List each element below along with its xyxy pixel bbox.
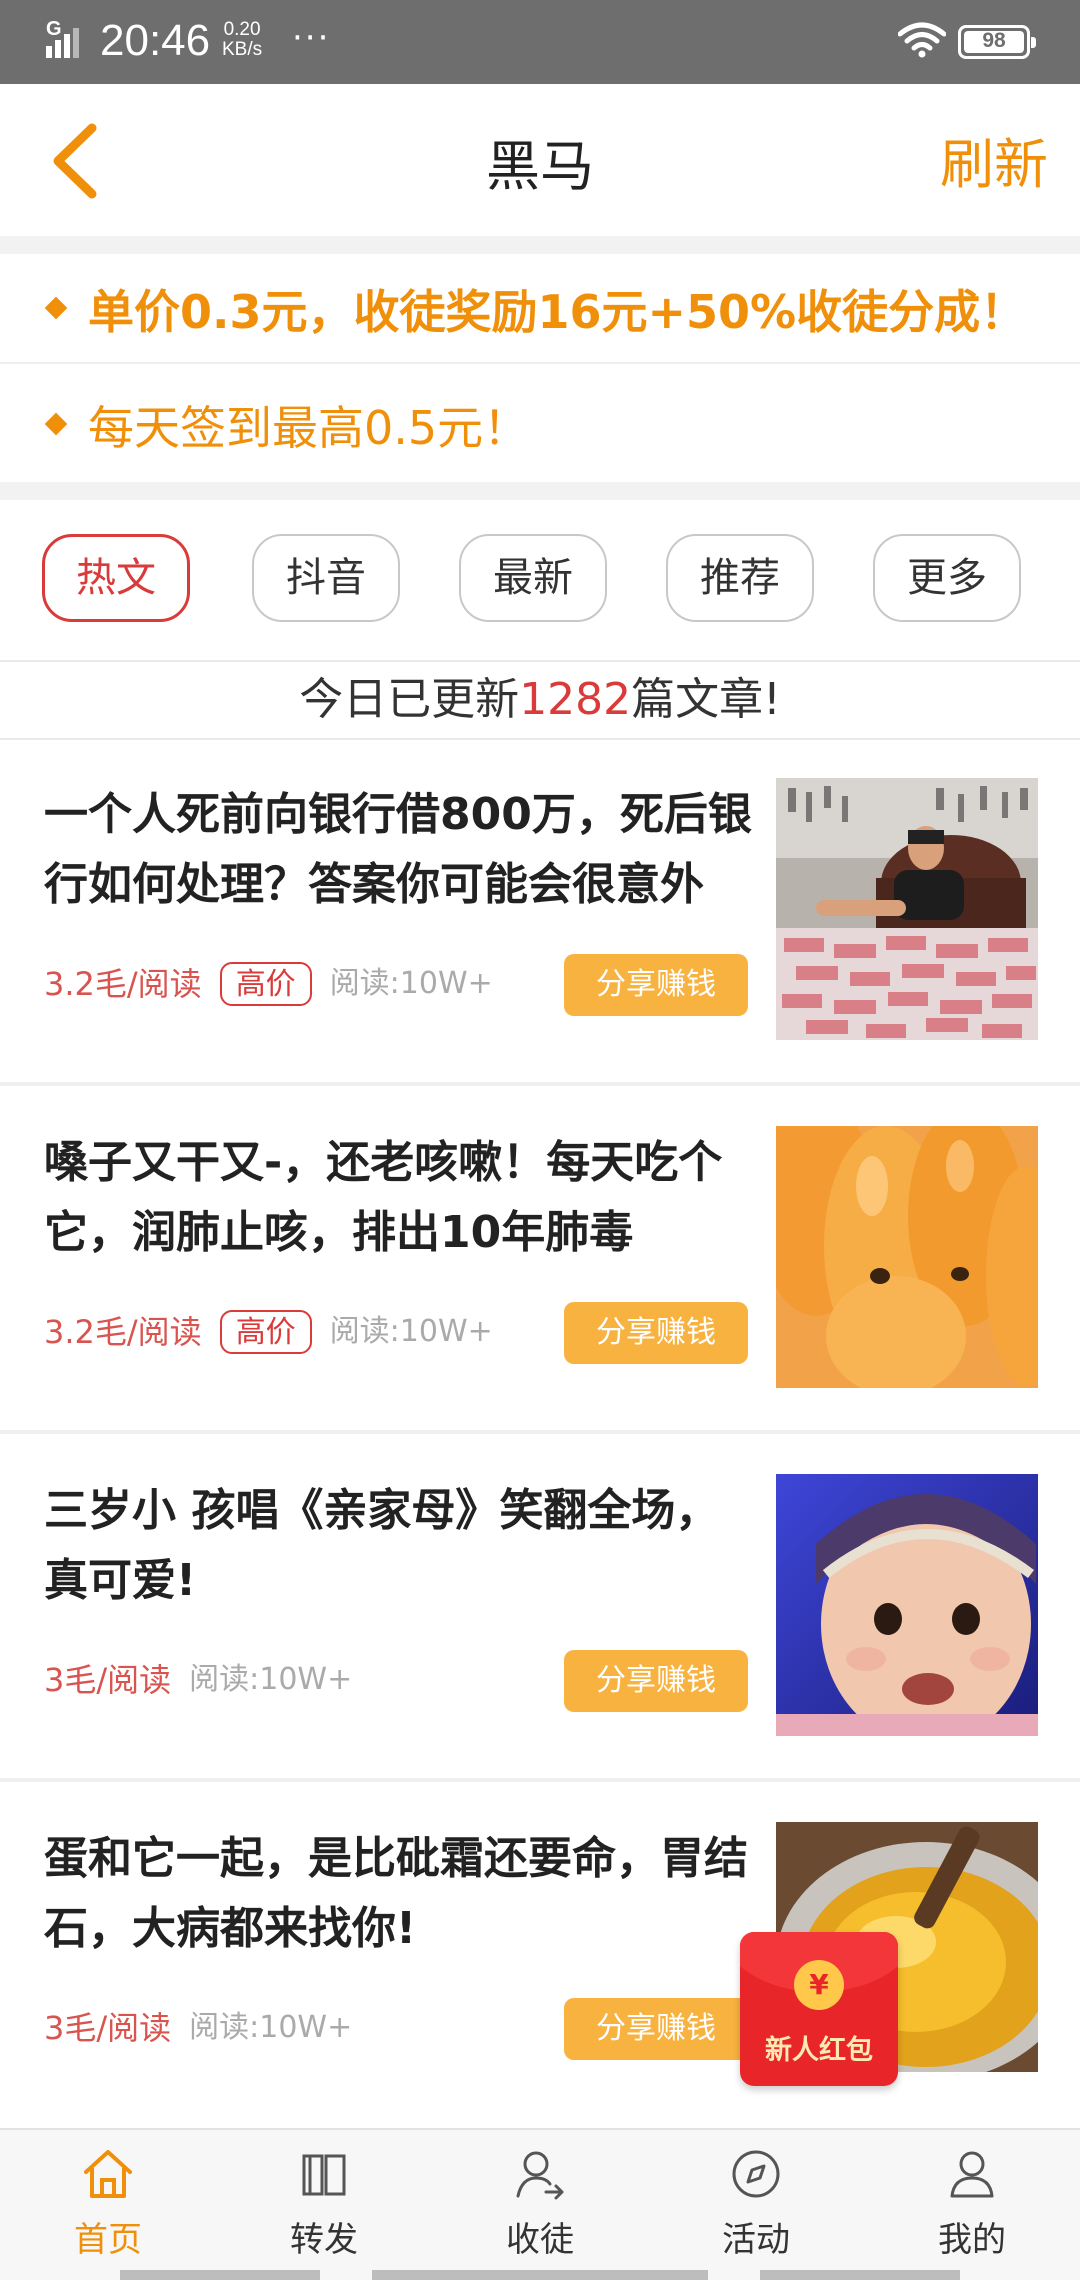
- share-earn-button[interactable]: 分享赚钱: [564, 1998, 748, 2060]
- add-person-icon: [516, 2151, 564, 2200]
- article-item[interactable]: 蛋和它一起，是比砒霜还要命，胃结石，大病都来找你! 3毛/阅读 阅读:10W+ 分…: [0, 1784, 1080, 2130]
- nav-mine[interactable]: 我的: [864, 2130, 1080, 2280]
- tab-recommended[interactable]: 推荐: [666, 534, 814, 622]
- nav-home[interactable]: 首页: [0, 2130, 216, 2280]
- back-button[interactable]: [40, 116, 110, 206]
- article-title: 一个人死前向银行借800万，死后银行如何处理？答案你可能会很意外: [44, 789, 752, 910]
- tab-douyin[interactable]: 抖音: [252, 534, 400, 622]
- article-reads: 阅读:10W+: [329, 966, 493, 1001]
- divider: [0, 236, 1080, 254]
- update-summary: 今日已更新1282篇文章!: [0, 660, 1080, 740]
- article-title: 蛋和它一起，是比砒霜还要命，胃结石，大病都来找你!: [44, 1833, 748, 1954]
- gesture-bar: [760, 2270, 960, 2280]
- notice-banner: 单价0.3元，收徒奖励16元+50%收徒分成！: [0, 254, 1080, 364]
- nav-forward-label: 转发: [290, 2220, 358, 2260]
- article-thumbnail: [776, 778, 1038, 1040]
- article-thumbnail: [776, 1474, 1038, 1736]
- high-price-badge: 高价: [219, 962, 312, 1006]
- refresh-button[interactable]: 刷新: [940, 120, 1048, 199]
- tab-latest[interactable]: 最新: [459, 534, 607, 622]
- article-price: 3毛/阅读: [44, 1661, 172, 1699]
- share-earn-button[interactable]: 分享赚钱: [564, 1302, 748, 1364]
- new-user-red-packet[interactable]: ¥ 新人红包: [740, 1932, 898, 2086]
- article-reads: 阅读:10W+: [189, 2010, 353, 2045]
- update-count: 1282: [519, 674, 632, 725]
- diamond-bullet-icon: [44, 296, 68, 320]
- nav-recruit-label: 收徒: [506, 2220, 574, 2260]
- status-bar: G 20:46 0.20 KB/s ··· 98: [0, 0, 1080, 84]
- notice-text: 每天签到最高0.5元！: [88, 401, 530, 455]
- chevron-left-icon: [53, 123, 97, 199]
- nav-recruit[interactable]: 收徒: [432, 2130, 648, 2280]
- article-reads: 阅读:10W+: [329, 1314, 493, 1349]
- category-tabs: 热文 抖音 最新 推荐 更多: [0, 500, 1080, 658]
- network-speed: 0.20 KB/s: [222, 19, 263, 60]
- clock: 20:46: [100, 16, 211, 65]
- child-singing-photo: [776, 1474, 1038, 1736]
- gesture-bar: [120, 2270, 320, 2280]
- page-title: 黑马: [486, 135, 594, 198]
- red-packet-label: 新人红包: [765, 2035, 873, 2066]
- share-earn-button[interactable]: 分享赚钱: [564, 954, 748, 1016]
- nav-mine-label: 我的: [938, 2220, 1006, 2260]
- article-reads: 阅读:10W+: [189, 1662, 353, 1697]
- article-title: 嗓子又干又-，还老咳嗽！每天吃个它，润肺止咳，排出10年肺毒: [44, 1137, 723, 1258]
- notice-text: 单价0.3元，收徒奖励16元+50%收徒分成！: [88, 285, 1027, 339]
- diamond-bullet-icon: [44, 412, 68, 436]
- signal-icon: G: [46, 18, 80, 58]
- person-icon: [950, 2151, 994, 2198]
- wifi-icon: [898, 22, 946, 58]
- article-item[interactable]: 嗓子又干又-，还老咳嗽！每天吃个它，润肺止咳，排出10年肺毒 3.2毛/阅读 高价…: [0, 1088, 1080, 1434]
- article-thumbnail: [776, 1126, 1038, 1388]
- divider: [0, 482, 1080, 500]
- notice-banner: 每天签到最高0.5元！: [0, 370, 1080, 482]
- bottom-nav-bar: 首页 转发 收徒 活动 我的: [0, 2128, 1080, 2280]
- article-price: 3毛/阅读: [44, 2009, 172, 2047]
- man-with-cash-photo: [776, 778, 1038, 1040]
- tab-hot[interactable]: 热文: [42, 534, 190, 622]
- nav-forward[interactable]: 转发: [216, 2130, 432, 2280]
- loquat-fruit-photo: [776, 1126, 1038, 1388]
- top-nav-bar: 黑马 刷新: [0, 84, 1080, 236]
- article-item[interactable]: 一个人死前向银行借800万，死后银行如何处理？答案你可能会很意外 3.2毛/阅读…: [0, 740, 1080, 1086]
- coin-icon: ¥: [794, 1960, 844, 2010]
- article-item[interactable]: 三岁小 孩唱《亲家母》笑翻全场，真可爱! 3毛/阅读 阅读:10W+ 分享赚钱: [0, 1436, 1080, 1782]
- battery-icon: 98: [958, 25, 1036, 59]
- share-earn-button[interactable]: 分享赚钱: [564, 1650, 748, 1712]
- more-notifications-icon: ···: [292, 18, 331, 58]
- high-price-badge: 高价: [219, 1310, 312, 1354]
- book-icon: [302, 2154, 346, 2196]
- article-title: 三岁小 孩唱《亲家母》笑翻全场，真可爱!: [44, 1485, 720, 1606]
- nav-activity[interactable]: 活动: [648, 2130, 864, 2280]
- compass-icon: [732, 2150, 780, 2198]
- gesture-bar: [372, 2270, 708, 2280]
- article-price: 3.2毛/阅读: [44, 965, 202, 1003]
- nav-home-label: 首页: [74, 2220, 142, 2260]
- nav-activity-label: 活动: [722, 2220, 790, 2260]
- home-icon: [84, 2150, 132, 2198]
- article-price: 3.2毛/阅读: [44, 1313, 202, 1351]
- tab-more[interactable]: 更多: [873, 534, 1021, 622]
